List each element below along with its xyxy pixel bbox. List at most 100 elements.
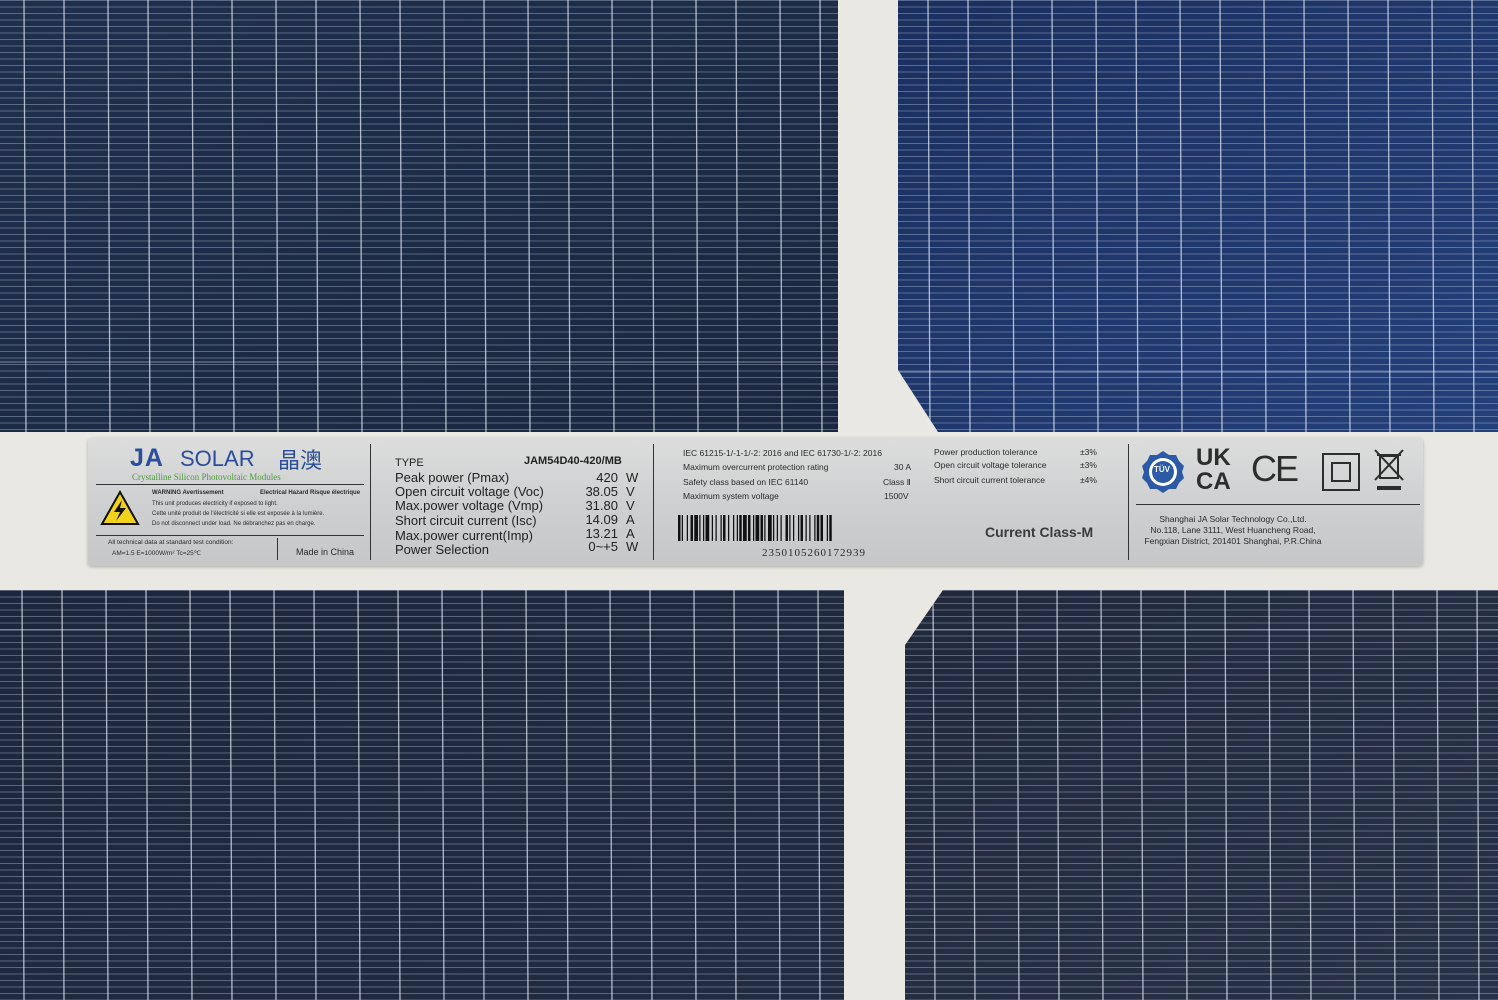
barcode-bar — [829, 515, 832, 541]
spec-label: Peak power (Pmax) — [395, 470, 510, 485]
spec-unit: A — [626, 512, 635, 527]
warning-line: Cette unité produit de l'électricité si … — [152, 511, 325, 517]
finger-lines — [898, 0, 1498, 432]
barcode-bar — [816, 515, 820, 541]
current-class: Current Class-M — [985, 524, 1094, 540]
barcode-bar — [715, 515, 717, 541]
std-condition-line2: AM=1.5 E=1000W/m² Tc=25℃ — [112, 550, 202, 557]
barcode-bar — [776, 515, 778, 541]
barcode-bar — [793, 515, 795, 541]
spec-value: 38.05 — [585, 484, 618, 499]
barcode-bar — [690, 515, 693, 541]
solar-cells-bottom-right — [905, 590, 1498, 1000]
warning-line: Do not disconnect under load. Ne débranc… — [152, 521, 316, 527]
tolerance-label: Short circuit current tolerance — [934, 475, 1046, 485]
barcode-bar — [694, 515, 698, 541]
solar-cells-top-right — [898, 0, 1498, 432]
barcode-bar — [760, 515, 763, 541]
barcode-bar — [780, 515, 782, 541]
barcode-bar — [814, 515, 816, 541]
spec-value: 31.80 — [585, 498, 618, 513]
serial-number: 2350105260172939 — [762, 547, 866, 559]
model-number: JAM54D40-420/MB — [524, 455, 622, 467]
divider — [370, 444, 371, 560]
barcode-bar — [711, 515, 713, 541]
spec-label: Max.power current(Imp) — [395, 528, 533, 543]
cert-value: Class Ⅱ — [883, 477, 911, 487]
barcode-bar — [678, 515, 681, 541]
spec-label: Power Selection — [395, 542, 489, 557]
weee-bin-icon — [1374, 449, 1404, 490]
spec-unit: V — [626, 484, 635, 499]
finger-lines — [905, 590, 1498, 1000]
finger-lines — [0, 0, 838, 432]
divider — [653, 444, 654, 560]
barcode-bar — [809, 515, 811, 541]
solar-cells-top-left — [0, 0, 838, 432]
electrical-hazard-icon — [100, 490, 140, 525]
spec-value: 0~+5 — [588, 539, 618, 554]
manufacturer-address: Fengxian District, 201401 Shanghai, P.R.… — [1144, 536, 1322, 546]
cert-label: Maximum overcurrent protection rating — [683, 462, 829, 472]
warning-hazard: Electrical Hazard Risque électrique — [260, 490, 361, 496]
barcode-bar — [703, 515, 705, 541]
brand-tagline: Crystalline Silicon Photovoltaic Modules — [132, 472, 281, 482]
barcode-bar — [699, 515, 701, 541]
spec-value: 14.09 — [585, 512, 618, 527]
warning-line: This unit produces electricity if expose… — [152, 501, 278, 507]
barcode-bar — [686, 515, 688, 541]
barcode-bar — [798, 515, 800, 541]
barcode-bar — [753, 515, 755, 541]
brand-solar: SOLAR — [180, 446, 255, 471]
cert-value: 30 A — [894, 462, 912, 472]
std-condition-line1: All technical data at standard test cond… — [108, 539, 234, 546]
warning-title: WARNING Avertissement — [152, 490, 224, 496]
barcode-bar — [826, 515, 828, 541]
barcode-bar — [800, 515, 803, 541]
ce-mark: CE — [1251, 448, 1299, 489]
spec-unit: V — [626, 498, 635, 513]
barcode-bar — [723, 515, 726, 541]
barcode-bar — [789, 515, 791, 541]
spec-value: 420 — [596, 470, 618, 485]
made-in: Made in China — [296, 547, 355, 557]
cert-standard: IEC 61215-1/-1-1/-2: 2016 and IEC 61730-… — [683, 448, 882, 458]
barcode-bar — [768, 515, 772, 541]
barcode-bar — [755, 515, 760, 541]
spec-label: Open circuit voltage (Voc) — [395, 484, 544, 499]
barcode-bar — [773, 515, 775, 541]
class-ii-icon — [1322, 453, 1360, 491]
barcode-bar — [736, 515, 738, 541]
brand-ja: JA — [130, 444, 164, 472]
divider — [1136, 504, 1420, 505]
manufacturer-address: No.118, Lane 3111, West Huancheng Road, — [1150, 525, 1316, 535]
barcode-bar — [764, 515, 766, 541]
tuv-mark: TÜV — [1141, 450, 1185, 494]
barcode-bar — [743, 515, 747, 541]
barcode-bar — [748, 515, 751, 541]
solar-cells-bottom-left — [0, 590, 844, 1000]
barcode-bar — [820, 515, 823, 541]
barcode-bar — [805, 515, 807, 541]
barcode — [678, 515, 832, 541]
module-nameplate-label: JA SOLAR 晶澳 Crystalline Silicon Photovol… — [88, 438, 1423, 566]
tolerance-value: ±3% — [1080, 460, 1097, 470]
spec-unit: W — [626, 470, 639, 485]
barcode-bar — [785, 515, 788, 541]
manufacturer-name: Shanghai JA Solar Technology Co.,Ltd. — [1159, 514, 1307, 524]
spec-label: Short circuit current (Isc) — [395, 513, 537, 528]
finger-lines — [0, 590, 844, 1000]
barcode-bar — [733, 515, 735, 541]
type-label: TYPE — [395, 457, 424, 469]
spec-label: Max.power voltage (Vmp) — [395, 498, 544, 513]
tolerance-label: Power production tolerance — [934, 447, 1038, 457]
ukca-mark-bottom: CA — [1196, 468, 1231, 495]
cert-label: Maximum system voltage — [683, 491, 779, 501]
brand-chinese: 晶澳 — [278, 449, 323, 474]
tolerance-value: ±3% — [1080, 447, 1097, 457]
tolerance-label: Open circuit voltage tolerance — [934, 460, 1047, 470]
tolerance-value: ±4% — [1080, 475, 1097, 485]
barcode-bar — [681, 515, 683, 541]
spec-unit: W — [626, 539, 639, 554]
barcode-bar — [728, 515, 730, 541]
